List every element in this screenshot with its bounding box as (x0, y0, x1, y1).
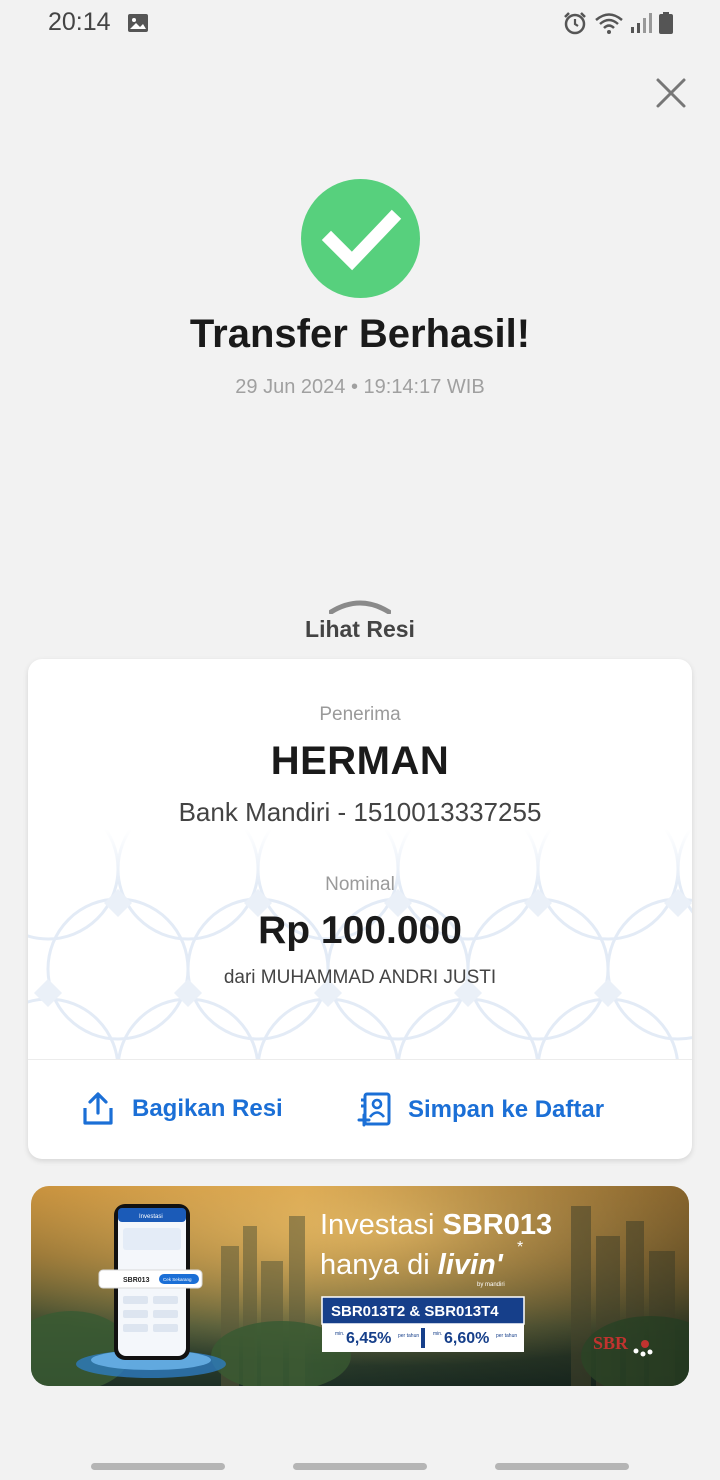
transaction-datetime: 29 Jun 2024 • 19:14:17 WIB (235, 376, 485, 398)
phone-button-text: Cek Sekarang (163, 1277, 192, 1282)
phone-item-text: SBR013 (123, 1277, 150, 1284)
promo-line2-prefix: hanya di (320, 1249, 430, 1281)
promo-rate1: 6,45% (346, 1330, 391, 1347)
promo-series: SBR013T2 & SBR013T4 (331, 1303, 499, 1320)
status-bar: 20:14 (0, 0, 720, 44)
receipt-card: Penerima HERMAN Bank Mandiri - 151001333… (28, 659, 692, 1159)
promo-asterisk: * (517, 1239, 523, 1256)
share-icon (83, 1092, 113, 1125)
sender-name: dari MUHAMMAD ANDRI JUSTI (223, 967, 497, 988)
promo-banner[interactable]: Investasi SBR013 Cek Sekarang Investasi … (31, 1186, 689, 1386)
share-receipt-label: Bagikan Resi (132, 1095, 283, 1122)
save-to-list-label: Simpan ke Daftar (408, 1096, 605, 1123)
close-button[interactable] (650, 72, 692, 114)
nav-back-button[interactable] (495, 1463, 629, 1470)
view-receipt-label: Lihat Resi (305, 616, 415, 642)
promo-rate1-suffix: per tahun (398, 1333, 419, 1339)
card-divider (28, 1059, 692, 1060)
promo-illustration: Investasi SBR013 Cek Sekarang Investasi … (31, 1186, 689, 1386)
share-receipt-button[interactable]: Bagikan Resi (80, 1091, 283, 1127)
svg-text:Investasi SBR013: Investasi SBR013 (320, 1209, 552, 1241)
promo-brand: livin' (438, 1249, 504, 1281)
recipient-name: HERMAN (270, 739, 450, 783)
promo-brand-sub: by mandiri (477, 1282, 505, 1288)
promo-line1-prefix: Investasi (320, 1209, 434, 1241)
recipient-label: Penerima (319, 704, 401, 725)
add-contact-icon (357, 1092, 391, 1127)
promo-line1-highlight: SBR013 (443, 1209, 553, 1241)
sbr-logo: SBR (593, 1333, 629, 1353)
amount-value: Rp 100.000 (258, 909, 462, 952)
alarm-icon (564, 12, 586, 35)
nav-home-button[interactable] (293, 1463, 427, 1470)
page-title: Transfer Berhasil! (189, 312, 531, 356)
view-receipt-toggle[interactable]: Lihat Resi (0, 596, 720, 643)
promo-rate2: 6,60% (444, 1330, 489, 1347)
wifi-icon (595, 13, 623, 34)
signal-icon (631, 13, 652, 33)
nav-recents-button[interactable] (91, 1463, 225, 1470)
status-icons (562, 10, 674, 36)
recipient-account: Bank Mandiri - 1510013337255 (178, 797, 542, 827)
status-time: 20:14 (48, 8, 111, 36)
phone-header-text: Investasi (139, 1214, 163, 1220)
chevron-up-icon (329, 600, 391, 614)
svg-text:hanya di livin': hanya di livin' (320, 1249, 504, 1281)
amount-label: Nominal (325, 874, 395, 895)
success-check-icon (301, 179, 420, 298)
save-to-list-button[interactable]: Simpan ke Daftar (356, 1091, 604, 1129)
promo-rate2-suffix: per tahun (496, 1333, 517, 1339)
promo-rate1-prefix: min. (335, 1331, 344, 1337)
promo-rate2-prefix: min. (433, 1331, 442, 1337)
image-icon (128, 14, 148, 32)
battery-icon (659, 12, 673, 34)
